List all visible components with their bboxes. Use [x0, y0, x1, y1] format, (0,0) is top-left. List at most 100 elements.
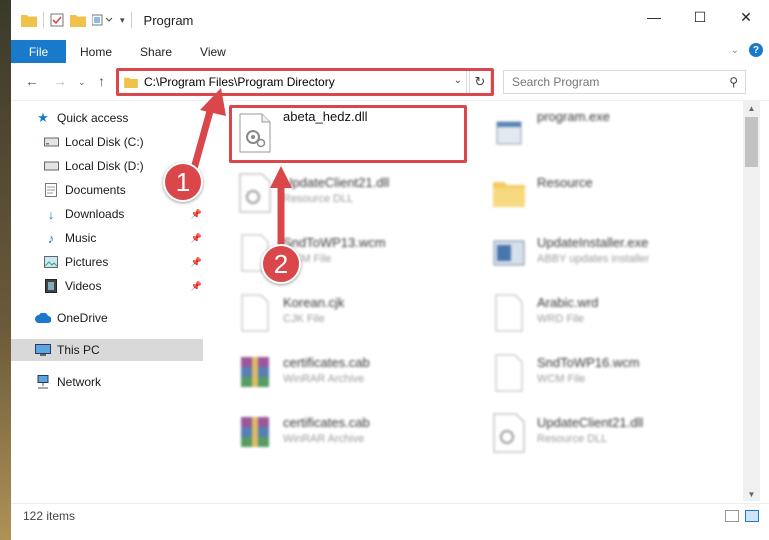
status-bar: 122 items: [11, 503, 769, 527]
file-name: UpdateInstaller.exe: [537, 235, 649, 250]
drive-icon: [43, 134, 59, 150]
help-icon[interactable]: ?: [749, 43, 763, 57]
sidebar-item-label: Documents: [65, 183, 126, 197]
step-1-badge: 1: [163, 162, 203, 202]
pin-icon[interactable]: 📌: [191, 209, 202, 220]
sidebar-item-onedrive[interactable]: OneDrive: [11, 307, 206, 329]
new-folder-icon[interactable]: [70, 13, 86, 27]
file-icon: [237, 289, 273, 337]
recent-locations-icon[interactable]: ⌄: [78, 77, 86, 88]
star-icon: ★: [37, 110, 49, 125]
forward-arrow-icon[interactable]: →: [53, 73, 67, 89]
sidebar-item-label: Quick access: [57, 111, 129, 125]
file-name: UpdateClient21.dll: [537, 415, 644, 430]
tab-file[interactable]: File: [11, 40, 66, 63]
file-item-resource-folder[interactable]: Resource: [483, 165, 723, 221]
quick-access-toolbar: ▾: [21, 12, 132, 28]
sidebar-item-pictures[interactable]: Pictures 📌: [11, 251, 206, 273]
pictures-icon: [43, 254, 59, 270]
tab-share[interactable]: Share: [126, 45, 186, 59]
sidebar-item-local-disk-c[interactable]: Local Disk (C:): [11, 131, 206, 153]
file-item-sndtowp16-wcm[interactable]: SndToWP16.wcm WCM File: [483, 345, 723, 401]
maximize-button[interactable]: ☐: [677, 0, 723, 34]
documents-icon: [43, 182, 59, 198]
search-input[interactable]: [512, 75, 712, 89]
sidebar-item-label: Network: [57, 375, 102, 389]
file-item-program-exe[interactable]: program.exe: [483, 105, 723, 161]
ribbon-right: ⌄ ?: [731, 43, 763, 57]
sidebar-item-label: Videos: [65, 279, 102, 293]
pin-icon[interactable]: 📌: [191, 233, 202, 244]
view-toggle: [725, 510, 759, 522]
file-item-arabic-wrd[interactable]: Arabic.wrd WRD File: [483, 285, 723, 341]
tab-home[interactable]: Home: [66, 45, 126, 59]
folder-icon[interactable]: [21, 13, 37, 27]
back-arrow-icon[interactable]: ←: [25, 73, 39, 89]
customize-icon[interactable]: [92, 13, 114, 27]
archive-icon: [237, 409, 273, 457]
address-highlight: [116, 68, 494, 96]
dll-file-icon: [491, 409, 527, 457]
file-item-korean-cjk[interactable]: Korean.cjk CJK File: [229, 285, 469, 341]
minimize-button[interactable]: —: [631, 0, 677, 34]
sidebar-item-downloads[interactable]: ↓ Downloads 📌: [11, 203, 206, 225]
file-type: Resource DLL: [537, 433, 608, 445]
vertical-scrollbar[interactable]: ▲ ▼: [743, 101, 760, 501]
file-type: WinRAR Archive: [283, 433, 365, 445]
sidebar-item-label: OneDrive: [57, 311, 108, 325]
up-arrow-icon[interactable]: ↑: [98, 73, 105, 89]
large-icons-view-icon[interactable]: [745, 510, 759, 522]
file-name: Korean.cjk: [283, 295, 345, 310]
drive-icon: [43, 158, 59, 174]
chevron-down-icon[interactable]: ▾: [120, 15, 125, 26]
tab-view[interactable]: View: [186, 45, 240, 59]
pin-icon[interactable]: 📌: [191, 257, 202, 268]
file-item-certificates-cab-2[interactable]: certificates.cab WinRAR Archive: [229, 405, 469, 461]
sidebar-item-label: Music: [65, 231, 97, 245]
file-name: Resource: [537, 175, 593, 190]
search-icon: ⚲: [729, 75, 738, 89]
sidebar-item-this-pc[interactable]: This PC: [11, 339, 203, 361]
videos-icon: [43, 278, 59, 294]
step-2-badge: 2: [261, 244, 301, 284]
exe-file-icon: [491, 109, 527, 157]
dll-file-icon: [237, 169, 273, 217]
pin-icon[interactable]: 📌: [191, 281, 202, 292]
file-item-updateinstaller-exe[interactable]: UpdateInstaller.exe ABBY updates install…: [483, 225, 723, 281]
network-icon: [35, 374, 51, 390]
sidebar-item-quick-access[interactable]: ★ Quick access: [11, 107, 206, 129]
computer-icon: [35, 342, 51, 358]
navigation-pane: ★ Quick access Local Disk (C:) Local Dis…: [11, 101, 206, 501]
file-item-certificates-cab[interactable]: certificates.cab WinRAR Archive: [229, 345, 469, 401]
archive-icon: [237, 349, 273, 397]
scroll-up-icon[interactable]: ▲: [743, 101, 760, 115]
file-type: WinRAR Archive: [283, 373, 365, 385]
file-name: certificates.cab: [283, 355, 370, 370]
window-controls: — ☐ ✕: [631, 0, 769, 34]
close-button[interactable]: ✕: [723, 0, 769, 34]
sidebar-item-music[interactable]: ♪ Music 📌: [11, 227, 206, 249]
toolbar-divider: [130, 12, 132, 28]
sidebar-item-videos[interactable]: Videos 📌: [11, 275, 206, 297]
sidebar-item-label: Pictures: [65, 255, 109, 269]
file-name: UpdateClient21.dll: [283, 175, 390, 190]
sidebar-item-network[interactable]: Network: [11, 371, 206, 393]
properties-icon[interactable]: [50, 13, 64, 27]
search-box[interactable]: ⚲: [503, 70, 746, 94]
details-view-icon[interactable]: [725, 510, 739, 522]
sidebar-item-label: Local Disk (C:): [65, 135, 144, 149]
expand-ribbon-icon[interactable]: ⌄: [731, 45, 739, 56]
cloud-icon: [35, 310, 51, 326]
file-item-updateclient21-dll-2[interactable]: UpdateClient21.dll Resource DLL: [483, 405, 723, 461]
file-item-updateclient21-dll[interactable]: UpdateClient21.dll Resource DLL: [229, 165, 469, 221]
file-type: Resource DLL: [283, 193, 354, 205]
file-type: ABBY updates installer: [537, 253, 650, 265]
music-icon: ♪: [47, 230, 55, 246]
scroll-thumb[interactable]: [745, 117, 758, 167]
sidebar-item-label: This PC: [57, 343, 100, 357]
scroll-down-icon[interactable]: ▼: [743, 487, 760, 501]
file-name: certificates.cab: [283, 415, 370, 430]
ribbon-tabs: File Home Share View ⌄ ?: [11, 40, 769, 63]
sidebar-item-label: Downloads: [65, 207, 125, 221]
file-type: WCM File: [537, 373, 586, 385]
